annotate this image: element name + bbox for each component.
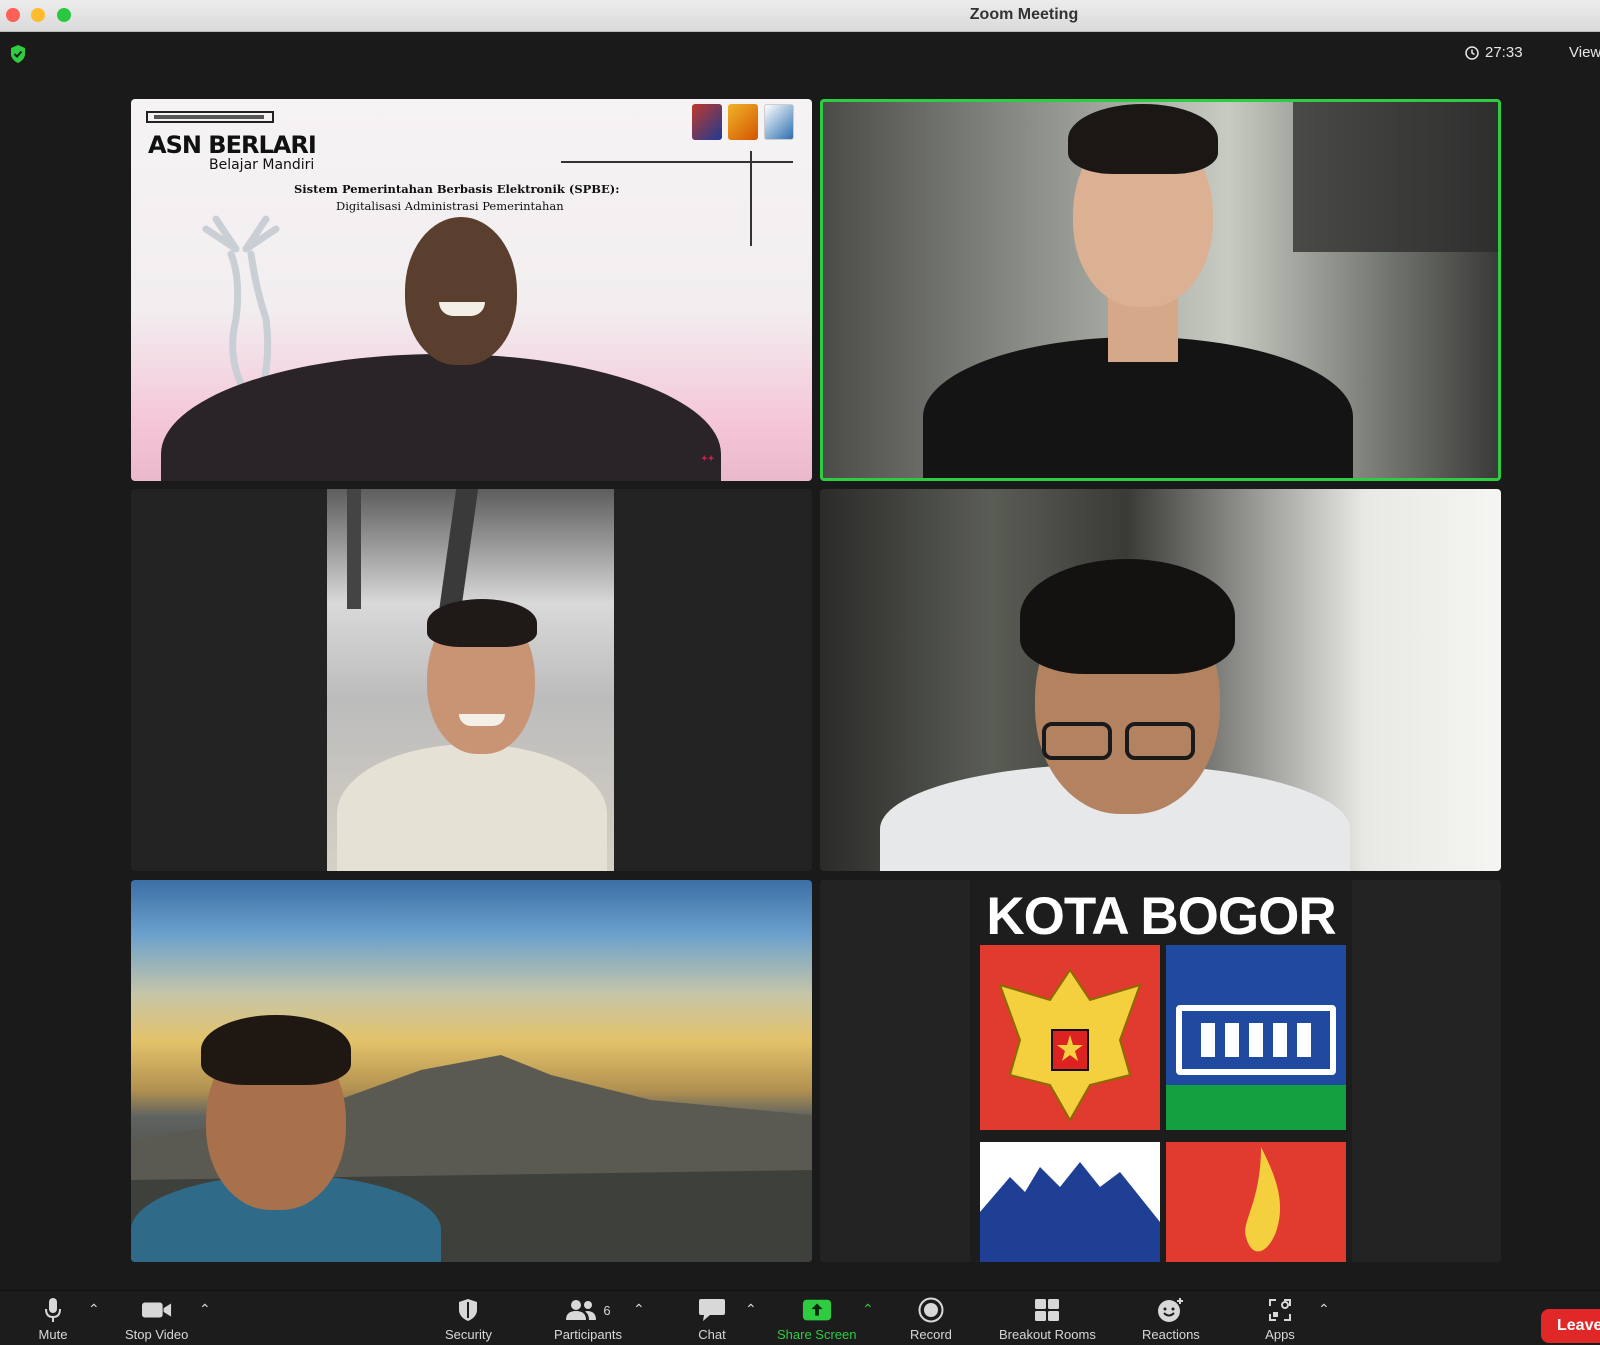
slide-subheading: Digitalisasi Administrasi Pemerintahan xyxy=(336,199,564,213)
emblem-mountain-quadrant xyxy=(980,1142,1160,1262)
participant-hair xyxy=(201,1015,351,1085)
apps-options-caret-icon[interactable]: ⌃ xyxy=(1318,1301,1330,1318)
video-tile-4[interactable] xyxy=(820,489,1501,871)
palace-columns xyxy=(1201,1023,1311,1057)
participants-count: 6 xyxy=(603,1302,611,1318)
participant-hair xyxy=(427,599,537,647)
stop-video-button[interactable]: Stop Video xyxy=(125,1297,188,1342)
reactions-label: Reactions xyxy=(1142,1327,1200,1342)
timer-text: 27:33 xyxy=(1485,44,1523,61)
mute-button[interactable]: Mute xyxy=(38,1297,68,1342)
participants-options-caret-icon[interactable]: ⌃ xyxy=(633,1301,645,1318)
participant-head xyxy=(405,217,517,365)
flame-icon xyxy=(1245,1147,1281,1252)
garuda-icon xyxy=(998,968,1142,1123)
share-screen-icon xyxy=(802,1299,831,1321)
meeting-topbar: 27:33 View xyxy=(0,32,1600,78)
emblem-flame-quadrant xyxy=(1166,1142,1346,1262)
chat-options-caret-icon[interactable]: ⌃ xyxy=(745,1301,757,1318)
view-button[interactable]: View xyxy=(1563,44,1600,61)
video-tile-6[interactable]: KOTA BOGOR xyxy=(820,880,1501,1262)
participants-icon xyxy=(566,1300,597,1320)
clock-icon xyxy=(1465,45,1479,60)
meeting-toolbar: Mute ⌃ Stop Video ⌃ Security 6 Participa… xyxy=(0,1290,1600,1345)
leave-button[interactable]: Leave xyxy=(1541,1309,1600,1343)
mute-label: Mute xyxy=(38,1327,68,1342)
banner-title: KOTA BOGOR xyxy=(986,887,1336,946)
slide-logos xyxy=(692,104,794,140)
video-camera-icon xyxy=(141,1302,171,1318)
institution-logo xyxy=(692,104,722,140)
record-button[interactable]: Record xyxy=(910,1297,952,1342)
slide-divider-vertical xyxy=(750,151,752,246)
apps-label: Apps xyxy=(1265,1327,1295,1342)
window-titlebar: Zoom Meeting xyxy=(0,0,1600,32)
mountain-icon xyxy=(980,1162,1160,1262)
video-feed xyxy=(327,489,614,871)
chat-bubble-icon xyxy=(699,1299,725,1321)
breakout-rooms-icon xyxy=(1035,1299,1060,1321)
ceiling-beam xyxy=(347,489,361,609)
glasses xyxy=(1042,722,1112,760)
chat-label: Chat xyxy=(698,1327,726,1342)
security-label: Security xyxy=(445,1327,492,1342)
emblem-palace-quadrant xyxy=(1166,945,1346,1130)
emblem-garuda-quadrant xyxy=(980,945,1160,1130)
slide-divider xyxy=(561,161,793,163)
window-title: Zoom Meeting xyxy=(969,6,1079,23)
apps-button[interactable]: Apps xyxy=(1265,1297,1295,1342)
mute-options-caret-icon[interactable]: ⌃ xyxy=(88,1301,100,1318)
participant-body xyxy=(337,744,607,871)
chat-button[interactable]: Chat xyxy=(697,1297,727,1342)
participants-button[interactable]: 6 Participants xyxy=(548,1297,628,1342)
reactions-button[interactable]: Reactions xyxy=(1142,1297,1200,1342)
meeting-timer: 27:33 xyxy=(1465,44,1523,61)
reactions-icon xyxy=(1157,1298,1183,1322)
video-tile-5[interactable] xyxy=(131,880,812,1262)
video-tile-1[interactable]: ASN BERLARI Belajar Mandiri Sistem Pemer… xyxy=(131,99,812,481)
slide-title: ASN BERLARI xyxy=(148,131,317,159)
glasses xyxy=(1125,722,1195,760)
institution-logo xyxy=(764,104,794,140)
slide-subtitle: Belajar Mandiri xyxy=(209,157,315,173)
participant-smile xyxy=(439,302,485,316)
security-button[interactable]: Security xyxy=(445,1297,492,1342)
breakout-rooms-button[interactable]: Breakout Rooms xyxy=(999,1297,1096,1342)
breakout-rooms-label: Breakout Rooms xyxy=(999,1327,1096,1342)
institution-logo xyxy=(728,104,758,140)
participant-smile xyxy=(459,714,505,726)
share-screen-button[interactable]: Share Screen xyxy=(777,1297,857,1342)
slide-tag xyxy=(146,111,274,123)
share-screen-label: Share Screen xyxy=(777,1327,857,1342)
slide-footer-logo: ✦✦ xyxy=(701,454,715,463)
microphone-icon xyxy=(45,1298,61,1322)
kota-bogor-banner: KOTA BOGOR xyxy=(970,880,1352,1262)
stop-video-label: Stop Video xyxy=(125,1327,189,1342)
background-window xyxy=(1293,102,1498,252)
record-label: Record xyxy=(910,1327,952,1342)
grass-band xyxy=(1166,1085,1346,1130)
security-shield-icon xyxy=(459,1299,478,1321)
participants-label: Participants xyxy=(554,1327,622,1342)
participant-hair xyxy=(1068,104,1218,174)
video-tile-3[interactable] xyxy=(131,489,812,871)
share-options-caret-icon[interactable]: ⌃ xyxy=(862,1301,874,1318)
slide-heading: Sistem Pemerintahan Berbasis Elektronik … xyxy=(294,182,620,196)
record-icon xyxy=(918,1297,944,1323)
video-options-caret-icon[interactable]: ⌃ xyxy=(199,1301,211,1318)
apps-icon xyxy=(1269,1299,1291,1321)
encryption-shield-icon[interactable] xyxy=(9,44,27,64)
view-label: View xyxy=(1569,44,1600,61)
participant-hair xyxy=(1020,559,1235,674)
video-tile-active-speaker[interactable] xyxy=(820,99,1501,481)
